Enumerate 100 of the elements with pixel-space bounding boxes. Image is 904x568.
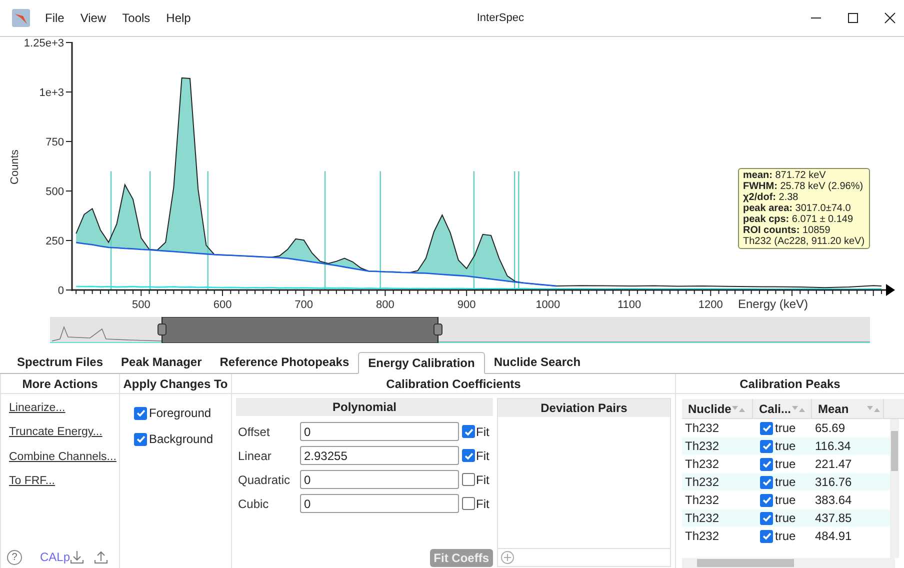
upload-icon[interactable] (94, 550, 108, 564)
table-cell-text: true (775, 420, 796, 437)
checkbox[interactable] (760, 422, 773, 434)
menu-item[interactable]: File (45, 9, 64, 27)
checkbox[interactable] (760, 458, 773, 470)
table-cell-text: true (775, 438, 796, 455)
coefficient-field[interactable]: 0 (300, 422, 459, 441)
checkbox-label: Fit (476, 424, 490, 440)
table-cell-text: true (775, 528, 796, 545)
tooltip-line: mean: 871.72 keV (743, 170, 827, 181)
checkbox[interactable] (760, 440, 773, 452)
table-cell-text: 116.34 (814, 438, 851, 455)
checkbox-label: Fit (476, 496, 490, 512)
menu-item[interactable]: View (80, 9, 106, 27)
tick-label: 500 (46, 186, 64, 198)
table-cell-text: Th232 (684, 492, 720, 509)
table-cell-text: true (775, 510, 796, 527)
tab[interactable]: Energy Calibration (358, 352, 485, 374)
table-cell-text: 437.85 (814, 510, 852, 527)
panel-title: More Actions (1, 374, 119, 394)
coefficient-field[interactable]: 0 (300, 494, 459, 513)
maximize-icon[interactable] (847, 12, 859, 24)
table-cell-text: Th232 (684, 420, 720, 437)
table-cell-text: Th232 (684, 510, 720, 527)
tooltip-line: Th232 (Ac228, 911.20 keV) (743, 236, 865, 247)
tab[interactable]: Nuclide Search (484, 351, 590, 373)
action-link[interactable]: Combine Channels... (9, 448, 119, 466)
tick-label: 500 (132, 299, 150, 311)
coefficient-label: Linear (237, 448, 272, 464)
table-cell-text: 65.69 (814, 420, 846, 437)
tab[interactable]: Reference Photopeaks (210, 351, 358, 373)
checkbox[interactable] (760, 530, 773, 542)
checkbox-label: Foreground (149, 405, 212, 422)
section-header: Polynomial (236, 398, 493, 416)
tick-label: 250 (46, 236, 64, 248)
scrollbar[interactable] (682, 558, 895, 568)
checkbox[interactable] (760, 476, 773, 488)
tooltip-line: χ2/dof: 2.38 (743, 192, 800, 203)
help-button[interactable]: ? (7, 550, 22, 564)
coefficient-label: Offset (237, 424, 271, 440)
action-link[interactable]: To FRF... (9, 472, 119, 490)
tick-label: 700 (294, 299, 314, 311)
scrollbar[interactable] (890, 419, 899, 558)
tick-label: 1200 (698, 299, 723, 311)
column-header[interactable]: Mean (812, 399, 884, 418)
overview-drawing[interactable] (50, 317, 872, 343)
menu-item[interactable]: Help (166, 9, 191, 27)
column-header[interactable]: Nuclide (682, 399, 753, 418)
panel-title: Calibration Peaks (676, 374, 904, 394)
axis-title: Counts (9, 150, 21, 184)
panel-title: Apply Changes To (120, 374, 231, 394)
tab[interactable]: Peak Manager (112, 351, 211, 373)
coefficient-field[interactable]: 2.93255 (300, 446, 459, 465)
table-cell-text: true (775, 456, 796, 473)
checkbox[interactable] (462, 497, 475, 510)
coefficient-label: Cubic (237, 496, 270, 512)
checkbox-label: Background (149, 431, 214, 448)
column-header[interactable]: Cali... (753, 399, 812, 418)
tab[interactable]: Spectrum Files (8, 351, 112, 373)
coefficient-label: Quadratic (237, 472, 292, 488)
checkbox[interactable] (134, 406, 147, 420)
table-cell-text: 221.47 (814, 456, 852, 473)
axis-title: Energy (keV) (738, 297, 808, 311)
tooltip-line: ROI counts: 10859 (743, 225, 832, 236)
panel-title: Calibration Coefficients (232, 374, 675, 394)
table-cell-text: true (775, 492, 796, 509)
tooltip-line: peak cps: 6.071 ± 0.149 (743, 214, 854, 225)
tooltip-line: peak area: 3017.0±74.0 (743, 203, 852, 214)
tick-label: 1100 (617, 299, 642, 311)
checkbox[interactable] (134, 432, 147, 446)
coefficient-field[interactable]: 0 (300, 470, 459, 489)
download-icon[interactable] (70, 550, 84, 564)
action-link[interactable]: Truncate Energy... (9, 424, 119, 442)
table-cell-text: 316.76 (814, 474, 852, 491)
checkbox[interactable] (462, 425, 475, 438)
menu-item[interactable]: Tools (122, 9, 150, 27)
table-cell-text: Th232 (684, 438, 720, 455)
tick-label: 750 (46, 136, 64, 148)
tick-label: 800 (376, 299, 394, 311)
calp-link[interactable]: CALp (40, 548, 70, 566)
close-icon[interactable] (884, 12, 896, 24)
table-cell-text: true (775, 474, 796, 491)
tooltip-line: FWHM: 25.78 keV (2.96%) (743, 181, 864, 192)
add-icon[interactable] (501, 551, 514, 564)
section-header: Deviation Pairs (498, 399, 670, 417)
checkbox[interactable] (462, 449, 475, 462)
table-cell-text: 383.64 (814, 492, 852, 509)
action-link[interactable]: Linearize... (9, 400, 119, 418)
checkbox-label: Fit (476, 448, 490, 464)
tick-label: 600 (213, 299, 232, 311)
app-icon (12, 9, 30, 27)
checkbox[interactable] (462, 473, 475, 486)
table-cell-text: Th232 (684, 474, 720, 491)
tick-label: 1e+3 (39, 87, 64, 99)
tick-label: 1000 (536, 299, 560, 311)
tick-label: 1.25e+3 (24, 38, 64, 50)
table-cell-text: Th232 (684, 528, 720, 545)
tick-label: 0 (58, 285, 64, 297)
checkbox[interactable] (760, 512, 773, 524)
checkbox[interactable] (760, 494, 773, 506)
